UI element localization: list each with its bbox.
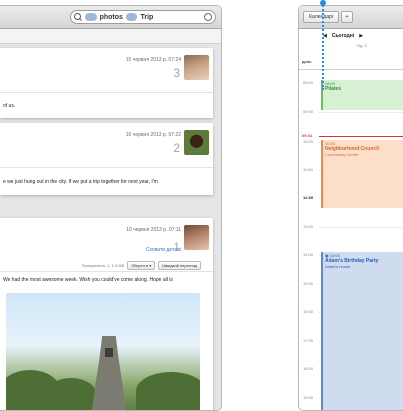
hour-gridline	[319, 227, 403, 228]
calendar-toolbar: Календарі +	[299, 6, 403, 29]
hour-label: 14:00	[303, 252, 314, 257]
event-neighborhood-council[interactable]: 10:00 Neighborhood Council Community Cen…	[321, 140, 403, 208]
message-date: 10 червня 2013 р. 07:24	[125, 57, 181, 63]
add-event-button[interactable]: +	[341, 11, 353, 23]
hour-label: 19:00	[303, 395, 314, 400]
all-day-divider	[299, 69, 403, 70]
hour-label: 09:00	[303, 109, 314, 114]
hour-label: 17:00	[303, 338, 314, 343]
event-title: Pilates	[325, 86, 342, 92]
calendars-button[interactable]: Календарі	[303, 11, 339, 23]
message-number: 3	[173, 66, 180, 80]
message-divider	[0, 271, 213, 272]
tree-shape	[46, 378, 96, 410]
message-number: 2	[173, 141, 180, 155]
message-body: e we just hung out in the city. If we pu…	[3, 179, 158, 185]
hour-label: 10:00	[303, 139, 314, 144]
temple-door-shape	[105, 348, 113, 357]
hour-label: 13:00	[303, 224, 314, 229]
hour-label: 18:00	[303, 366, 314, 371]
search-field[interactable]: photos Trip	[70, 10, 216, 24]
message-body: We had the most awesome week. Wish you c…	[3, 277, 173, 283]
current-time-indicator	[319, 136, 403, 137]
tree-shape	[136, 372, 200, 410]
message-number: 1	[173, 240, 180, 254]
event-pilates[interactable]: 08:00 Pilates	[321, 80, 403, 110]
search-token-1[interactable]: photos	[100, 14, 123, 21]
attached-photo[interactable]	[6, 293, 200, 410]
message-divider	[0, 92, 213, 93]
hour-label: 15:00	[303, 281, 314, 286]
message-list-header	[0, 29, 221, 44]
search-icon	[74, 13, 82, 21]
day-column-header: Нд, 9	[357, 43, 367, 48]
search-token-2-tag[interactable]	[125, 13, 138, 21]
clear-search-icon[interactable]	[204, 13, 212, 21]
message-body: of us.	[3, 103, 16, 109]
event-location: Adam's house	[325, 264, 351, 269]
event-adams-birthday-party[interactable]: ▣ 14:00 Adam's Birthday Party Adam's hou…	[321, 252, 403, 410]
message-date: 10 червня 2013 р. 07:11	[126, 227, 181, 233]
message-card[interactable]: 10 червня 2013 р. 07:24 3 of us.	[0, 48, 213, 118]
hour-label: 16:00	[303, 309, 314, 314]
attachment-info: Прикріплено: 1, 1,9 МБ	[81, 263, 125, 268]
today-button[interactable]: Сьогодні	[332, 33, 354, 39]
sender-avatar	[184, 130, 209, 155]
date-navigation: ◀ Сьогодні ▶	[323, 33, 363, 39]
message-card[interactable]: 10 червня 2013 р. 07:11 Сховати деталі 1…	[0, 218, 213, 410]
search-token-2[interactable]: Trip	[140, 14, 153, 21]
all-day-label: день	[302, 59, 312, 64]
attachment-bar: Прикріплено: 1, 1,9 МБ Зберегти ▾ Швидки…	[82, 261, 201, 270]
message-divider	[0, 167, 213, 168]
hour-label: 12:00	[303, 195, 314, 200]
event-location: Community Center	[325, 152, 359, 157]
next-day-button[interactable]: ▶	[359, 33, 363, 39]
quick-look-button[interactable]: Швидкий перегляд	[158, 261, 201, 270]
hour-label: 11:00	[303, 167, 313, 172]
current-time-label: 09:41	[302, 133, 313, 138]
message-date: 10 червня 2013 р. 07:22	[125, 132, 181, 138]
mail-window: photos Trip 10 червня 2013 р. 07:24 3 of…	[0, 5, 222, 411]
callout-dot	[320, 0, 326, 6]
save-attachment-button[interactable]: Зберегти ▾	[127, 261, 156, 270]
callout-dotted-line	[322, 2, 324, 90]
mail-toolbar: photos Trip	[0, 6, 221, 29]
sender-avatar	[184, 55, 209, 80]
calendar-window: Календарі + ◀ Сьогодні ▶ Нд, 9 день 08:0…	[298, 5, 403, 411]
sender-avatar	[184, 225, 209, 250]
hour-gridline	[319, 112, 403, 113]
search-token-1-tag[interactable]	[85, 13, 97, 21]
message-card[interactable]: 10 червня 2013 р. 07:22 2 e we just hung…	[0, 123, 213, 195]
hour-label: 08:00	[303, 80, 314, 85]
